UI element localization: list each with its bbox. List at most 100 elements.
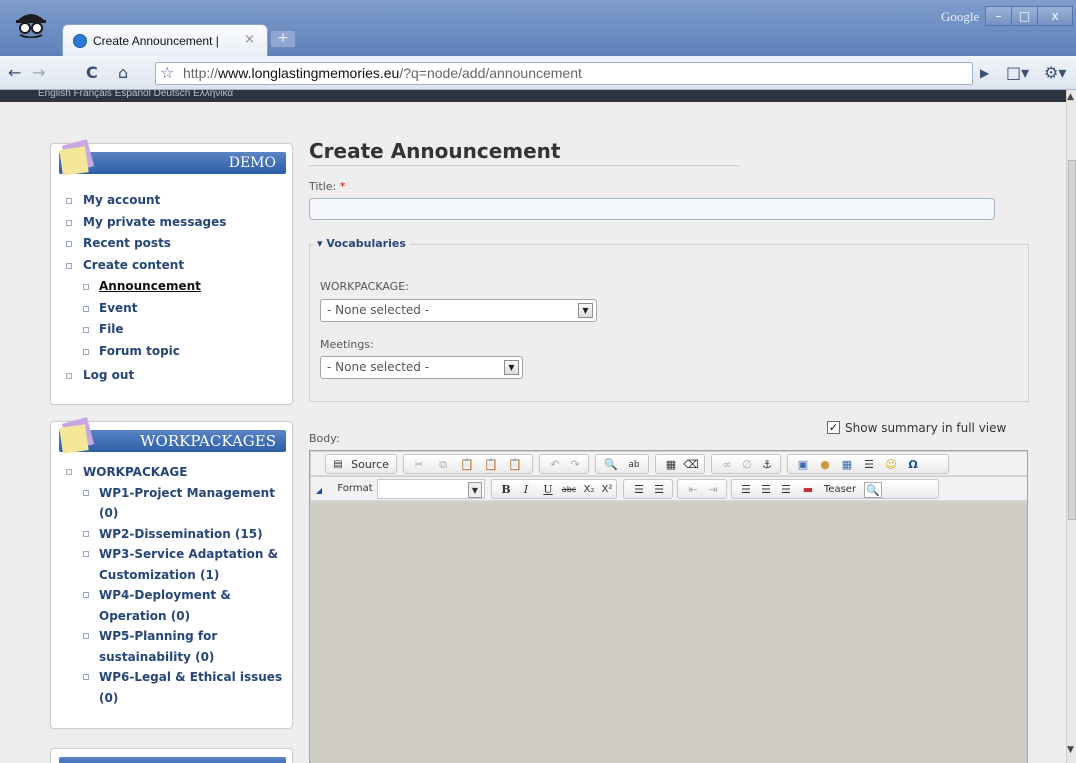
demo-menu: My account My private messages Recent po… [65,192,226,389]
wp-item-wp5[interactable]: WP5-Planning for sustainability (0) [65,626,285,667]
menu-item-create-content[interactable]: Create content [65,257,226,279]
next-block [50,748,293,763]
chevron-down-icon: ▼ [578,303,593,318]
language-links[interactable]: English Français Español Deutsch Ελληνικ… [0,90,1066,102]
scroll-up-icon[interactable]: ▲ [1067,92,1074,102]
page-title: Create Announcement [309,139,561,163]
show-summary-checkbox[interactable]: ✓ [827,421,840,434]
menu-item-private-messages[interactable]: My private messages [65,214,226,236]
undo-icon[interactable]: ↶ [546,457,564,473]
eraser-icon[interactable]: ⌫ [682,457,700,473]
new-tab-button[interactable]: + [270,30,296,48]
replace-icon[interactable]: ab [624,457,644,473]
collapse-toolbar-icon[interactable]: ◢ [315,483,323,499]
find-icon[interactable]: 🔍 [602,457,620,473]
special-char-icon[interactable]: Ω [904,457,922,473]
tab-close-icon[interactable]: × [244,32,255,47]
format-select[interactable]: ▼ [377,479,485,499]
indent-icon[interactable]: ⇥ [704,482,722,498]
unlink-icon[interactable]: ∅ [738,457,756,473]
next-block-header [59,757,286,763]
show-summary-label: Show summary in full view [845,421,1007,435]
anchor-icon[interactable]: ⚓ [758,457,776,473]
underline-icon[interactable]: U [540,482,556,498]
teaser-break-icon[interactable]: ▬ [800,482,816,498]
menu-item-my-account[interactable]: My account [65,192,226,214]
preview-icon[interactable]: 🔍 [864,482,882,498]
vocabularies-legend[interactable]: ▾ Vocabularies [313,237,410,250]
format-label: Format [337,483,373,494]
numbered-list-icon[interactable]: ☰ [630,482,648,498]
superscript-icon[interactable]: X² [598,482,616,498]
scroll-thumb[interactable] [1068,160,1076,520]
menu-item-file[interactable]: File [65,321,226,343]
basic-styles-group: B I U abc X₂ X² [491,479,617,499]
chevron-down-icon: ▼ [468,482,482,498]
menu-item-log-out[interactable]: Log out [65,367,226,389]
workpackages-block: WORKPACKAGES WORKPACKAGE WP1-Project Man… [50,417,293,729]
go-arrow-icon[interactable]: ▶ [980,62,989,84]
menu-item-event[interactable]: Event [65,300,226,322]
browser-titlebar: Create Announcement | × + Google – □ x [0,0,1076,56]
horizontal-rule-icon[interactable]: ☰ [860,457,878,473]
undo-redo-group: ↶ ↷ [539,454,589,474]
forward-arrow-icon[interactable]: → [32,62,45,84]
menu-item-announcement[interactable]: Announcement [65,278,226,300]
cut-icon[interactable]: ✂ [410,457,428,473]
bold-icon[interactable]: B [498,482,514,498]
align-left-icon[interactable]: ☰ [738,482,754,498]
wp-item-workpackage[interactable]: WORKPACKAGE [65,462,285,483]
minimize-button[interactable]: – [985,6,1012,26]
select-all-icon[interactable]: ▦ [662,457,680,473]
editor-content-area[interactable] [311,503,1027,763]
bookmark-star-icon[interactable]: ☆ [160,63,174,82]
globe-icon [73,34,87,48]
find-replace-group: 🔍 ab [595,454,649,474]
bulleted-list-icon[interactable]: ☰ [650,482,668,498]
reload-icon[interactable]: C [86,62,98,84]
home-icon[interactable]: ⌂ [118,62,128,84]
align-center-icon[interactable]: ☰ [758,482,774,498]
wrench-icon[interactable]: ⚙▾ [1044,62,1066,84]
wp-item-wp3[interactable]: WP3-Service Adaptation & Customization (… [65,544,285,585]
meetings-select[interactable]: - None selected - ▼ [320,356,523,379]
editor-toolbar-row-2: ◢ Format ▼ B I U abc X₂ X² ☰ ☰ ⇤ ⇥ ☰ ☰ ☰… [311,477,1027,501]
browser-tab[interactable]: Create Announcement | × [62,24,268,56]
menu-item-recent-posts[interactable]: Recent posts [65,235,226,257]
smiley-icon[interactable]: ☺ [882,457,900,473]
paste-icon[interactable]: 📋 [458,457,476,473]
paste-word-icon[interactable]: 📋 [506,457,524,473]
redo-icon[interactable]: ↷ [566,457,584,473]
source-button[interactable]: ▤ Source [325,454,397,474]
scroll-down-icon[interactable]: ▼ [1067,745,1074,755]
align-right-icon[interactable]: ☰ [778,482,794,498]
link-icon[interactable]: ∞ [718,457,736,473]
wp-item-wp1[interactable]: WP1-Project Management (0) [65,483,285,524]
notepad-icon [59,139,95,176]
notepad-icon [59,417,95,454]
title-input[interactable] [309,198,995,220]
wp-item-wp2[interactable]: WP2-Dissemination (15) [65,524,285,545]
copy-icon[interactable]: ⧉ [434,457,452,473]
window-controls: – □ x [985,6,1073,28]
paste-text-icon[interactable]: 📋 [482,457,500,473]
back-arrow-icon[interactable]: ← [8,62,21,84]
url-text[interactable]: http://www.longlastingmemories.eu/?q=nod… [183,65,582,81]
clipboard-group: ✂ ⧉ 📋 📋 📋 [403,454,533,474]
italic-icon[interactable]: I [518,482,534,498]
image-icon[interactable]: ▣ [794,457,812,473]
page-menu-icon[interactable]: □▾ [1006,62,1029,84]
workpackage-select[interactable]: - None selected - ▼ [320,299,597,322]
teaser-label[interactable]: Teaser [818,482,862,498]
outdent-icon[interactable]: ⇤ [684,482,702,498]
maximize-button[interactable]: □ [1011,6,1038,26]
close-window-button[interactable]: x [1037,6,1073,26]
wp-item-wp4[interactable]: WP4-Deployment & Operation (0) [65,585,285,626]
wp-item-wp6[interactable]: WP6-Legal & Ethical issues (0) [65,667,285,708]
vertical-scrollbar[interactable]: ▲ ▼ [1066,90,1076,763]
table-icon[interactable]: ▦ [838,457,856,473]
subscript-icon[interactable]: X₂ [580,482,598,498]
flash-icon[interactable]: ● [816,457,834,473]
strikethrough-icon[interactable]: abc [558,482,580,498]
menu-item-forum-topic[interactable]: Forum topic [65,343,226,365]
